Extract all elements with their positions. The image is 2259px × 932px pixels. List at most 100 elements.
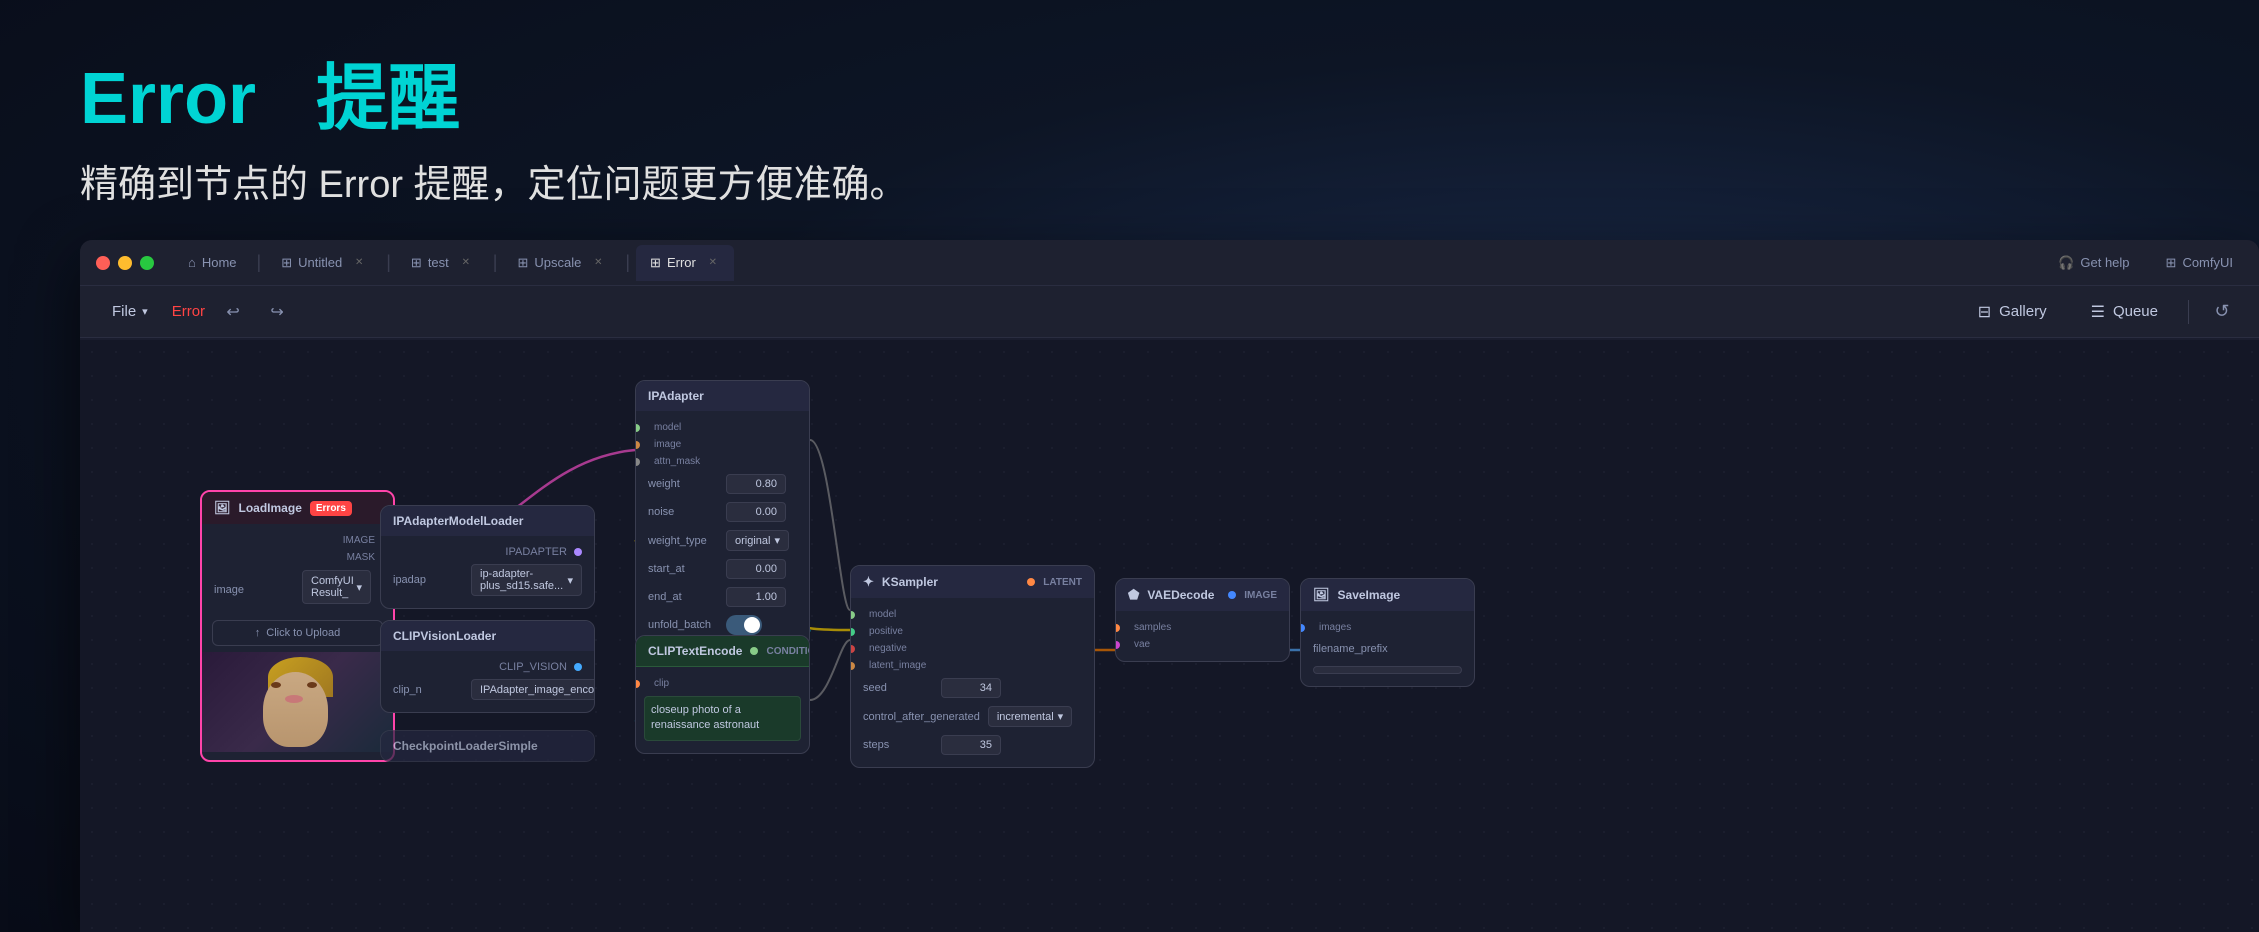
header-area: Error 提醒 精确到节点的 Error 提醒，定位问题更方便准确。 <box>80 60 908 212</box>
close-untitled-icon[interactable]: ✕ <box>352 256 366 270</box>
maximize-button[interactable] <box>140 256 154 270</box>
home-icon: ⌂ <box>188 255 196 270</box>
tab-error[interactable]: ⊞ Error ✕ <box>636 245 734 281</box>
queue-button[interactable]: ☰ Queue <box>2077 296 2172 328</box>
port-model-left: model <box>636 419 809 436</box>
load-image-header: 🖼 LoadImage Errors <box>202 492 393 524</box>
steps-input[interactable]: 35 <box>941 735 1001 755</box>
ksampler-body: model positive negative latent_image see… <box>851 598 1094 767</box>
ksampler-node: ✦ KSampler LATENT model positive negativ… <box>850 565 1095 768</box>
error-tag: Errors <box>310 501 352 516</box>
canvas-area[interactable]: 🖼 LoadImage Errors IMAGE MASK image Comf… <box>80 340 2259 932</box>
image-out-vae-port <box>1228 591 1236 599</box>
ip-adapter-main-body: model image attn_mask weight 0.80 noise <box>636 411 809 647</box>
port-model-ksampler: model <box>851 606 1094 623</box>
clip-vision-out-label: CLIP_VISION <box>381 659 594 675</box>
error-label: Error <box>172 303 205 320</box>
filename-input[interactable] <box>1313 666 1462 674</box>
minimize-button[interactable] <box>118 256 132 270</box>
toolbar-right: ⊟ Gallery ☰ Queue ↺ <box>1964 295 2239 329</box>
image-in-port <box>635 441 640 449</box>
image-preview <box>202 652 393 752</box>
seed-input[interactable]: 34 <box>941 678 1001 698</box>
tab-untitled[interactable]: ⊞ Untitled ✕ <box>267 245 380 281</box>
clip-vision-port <box>574 663 582 671</box>
clip-vision-body: CLIP_VISION clip_n IPAdapter_image_encod… <box>381 651 594 712</box>
end-at-input[interactable]: 1.00 <box>726 587 786 607</box>
model-in-port <box>635 424 640 432</box>
weight-input[interactable]: 0.80 <box>726 474 786 494</box>
image-selector-row: image ComfyUI Result_ ▾ <box>202 566 393 614</box>
toolbar: File ▾ Error ↩ ↪ ⊟ Gallery ☰ Queue ↺ <box>80 286 2259 338</box>
window-controls <box>96 256 154 270</box>
positive-port <box>850 628 855 636</box>
toolbar-left: File ▾ Error ↩ ↪ <box>100 296 293 328</box>
close-upscale-icon[interactable]: ✕ <box>591 256 605 270</box>
image-dropdown[interactable]: ComfyUI Result_ ▾ <box>302 570 371 604</box>
port-vae-vae: vae <box>1116 636 1289 653</box>
close-test-icon[interactable]: ✕ <box>459 256 473 270</box>
tab-separator-2: | <box>386 252 391 273</box>
vae-in-port <box>1115 641 1120 649</box>
upload-button[interactable]: ↑ Click to Upload <box>212 620 383 646</box>
tab-upscale[interactable]: ⊞ Upscale ✕ <box>503 245 619 281</box>
vae-decode-body: samples vae <box>1116 611 1289 661</box>
weight-row: weight 0.80 <box>636 470 809 498</box>
port-image-left: image <box>636 436 809 453</box>
ip-adapter-model-loader-node: IPAdapterModelLoader IPADAPTER ipadap ip… <box>380 505 595 609</box>
tab-home[interactable]: ⌂ Home <box>174 245 251 281</box>
save-image-node: 🖼 SaveImage images filename_prefix <box>1300 578 1475 687</box>
tab-separator-4: | <box>625 252 630 273</box>
seed-row: seed 34 <box>851 674 1094 702</box>
port-mask-right: MASK <box>202 549 393 566</box>
noise-input[interactable]: 0.00 <box>726 502 786 522</box>
close-button[interactable] <box>96 256 110 270</box>
undo-button[interactable]: ↩ <box>217 296 249 328</box>
ip-adapter-model-header: IPAdapterModelLoader <box>381 506 594 536</box>
port-samples-vae: samples <box>1116 619 1289 636</box>
gallery-button[interactable]: ⊟ Gallery <box>1964 296 2061 328</box>
clip-vision-loader-node: CLIPVisionLoader CLIP_VISION clip_n IPAd… <box>380 620 595 713</box>
title-bar: ⌂ Home | ⊞ Untitled ✕ | ⊞ test ✕ | ⊞ Ups… <box>80 240 2259 286</box>
redo-button[interactable]: ↪ <box>261 296 293 328</box>
end-at-row: end_at 1.00 <box>636 583 809 611</box>
subtitle: 精确到节点的 Error 提醒，定位问题更方便准确。 <box>80 159 908 212</box>
port-images-save: images <box>1301 619 1474 636</box>
ipadapter-select[interactable]: ip-adapter-plus_sd15.safe... ▾ <box>471 564 582 596</box>
title-error: Error <box>80 59 256 139</box>
unfold-batch-toggle[interactable] <box>726 615 762 635</box>
negative-port <box>850 645 855 653</box>
save-image-body: images filename_prefix <box>1301 611 1474 686</box>
weight-type-select[interactable]: original ▾ <box>726 530 789 551</box>
ksampler-icon: ✦ <box>863 574 874 590</box>
checkpoint-header: CheckpointLoaderSimple <box>381 731 594 761</box>
close-error-icon[interactable]: ✕ <box>706 256 720 270</box>
image-icon: 🖼 <box>214 500 231 516</box>
filename-row: filename_prefix <box>1301 636 1474 662</box>
port-negative-ksampler: negative <box>851 640 1094 657</box>
chevron-down-icon: ▾ <box>142 305 148 318</box>
port-clip-left: clip <box>636 675 809 692</box>
checkpoint-loader-node: CheckpointLoaderSimple <box>380 730 595 762</box>
file-menu-button[interactable]: File ▾ <box>100 297 160 326</box>
port-attn-left: attn_mask <box>636 453 809 470</box>
grid-icon-2: ⊞ <box>411 255 422 271</box>
get-help-button[interactable]: 🎧 Get help <box>2048 251 2139 275</box>
clip-text-body: clip closeup photo of a renaissance astr… <box>636 667 809 753</box>
load-image-body: IMAGE MASK image ComfyUI Result_ ▾ ↑ Cli… <box>202 524 393 760</box>
save-icon: 🖼 <box>1313 587 1330 603</box>
noise-row: noise 0.00 <box>636 498 809 526</box>
tab-test[interactable]: ⊞ test ✕ <box>397 245 487 281</box>
vae-icon: ⬟ <box>1128 587 1139 603</box>
refresh-button[interactable]: ↺ <box>2205 295 2239 329</box>
comfyui-button[interactable]: ⊞ ComfyUI <box>2156 251 2243 275</box>
prompt-text[interactable]: closeup photo of a renaissance astronaut <box>644 696 801 741</box>
clip-vision-select[interactable]: IPAdapter_image_encoder_s... ▾ <box>471 679 595 700</box>
load-image-node: 🖼 LoadImage Errors IMAGE MASK image Comf… <box>200 490 395 762</box>
control-select[interactable]: incremental ▾ <box>988 706 1072 727</box>
tab-list: ⌂ Home | ⊞ Untitled ✕ | ⊞ test ✕ | ⊞ Ups… <box>174 245 2048 281</box>
start-at-input[interactable]: 0.00 <box>726 559 786 579</box>
latent-out-port <box>1027 578 1035 586</box>
main-title: Error 提醒 <box>80 60 908 139</box>
tab-separator-3: | <box>493 252 498 273</box>
